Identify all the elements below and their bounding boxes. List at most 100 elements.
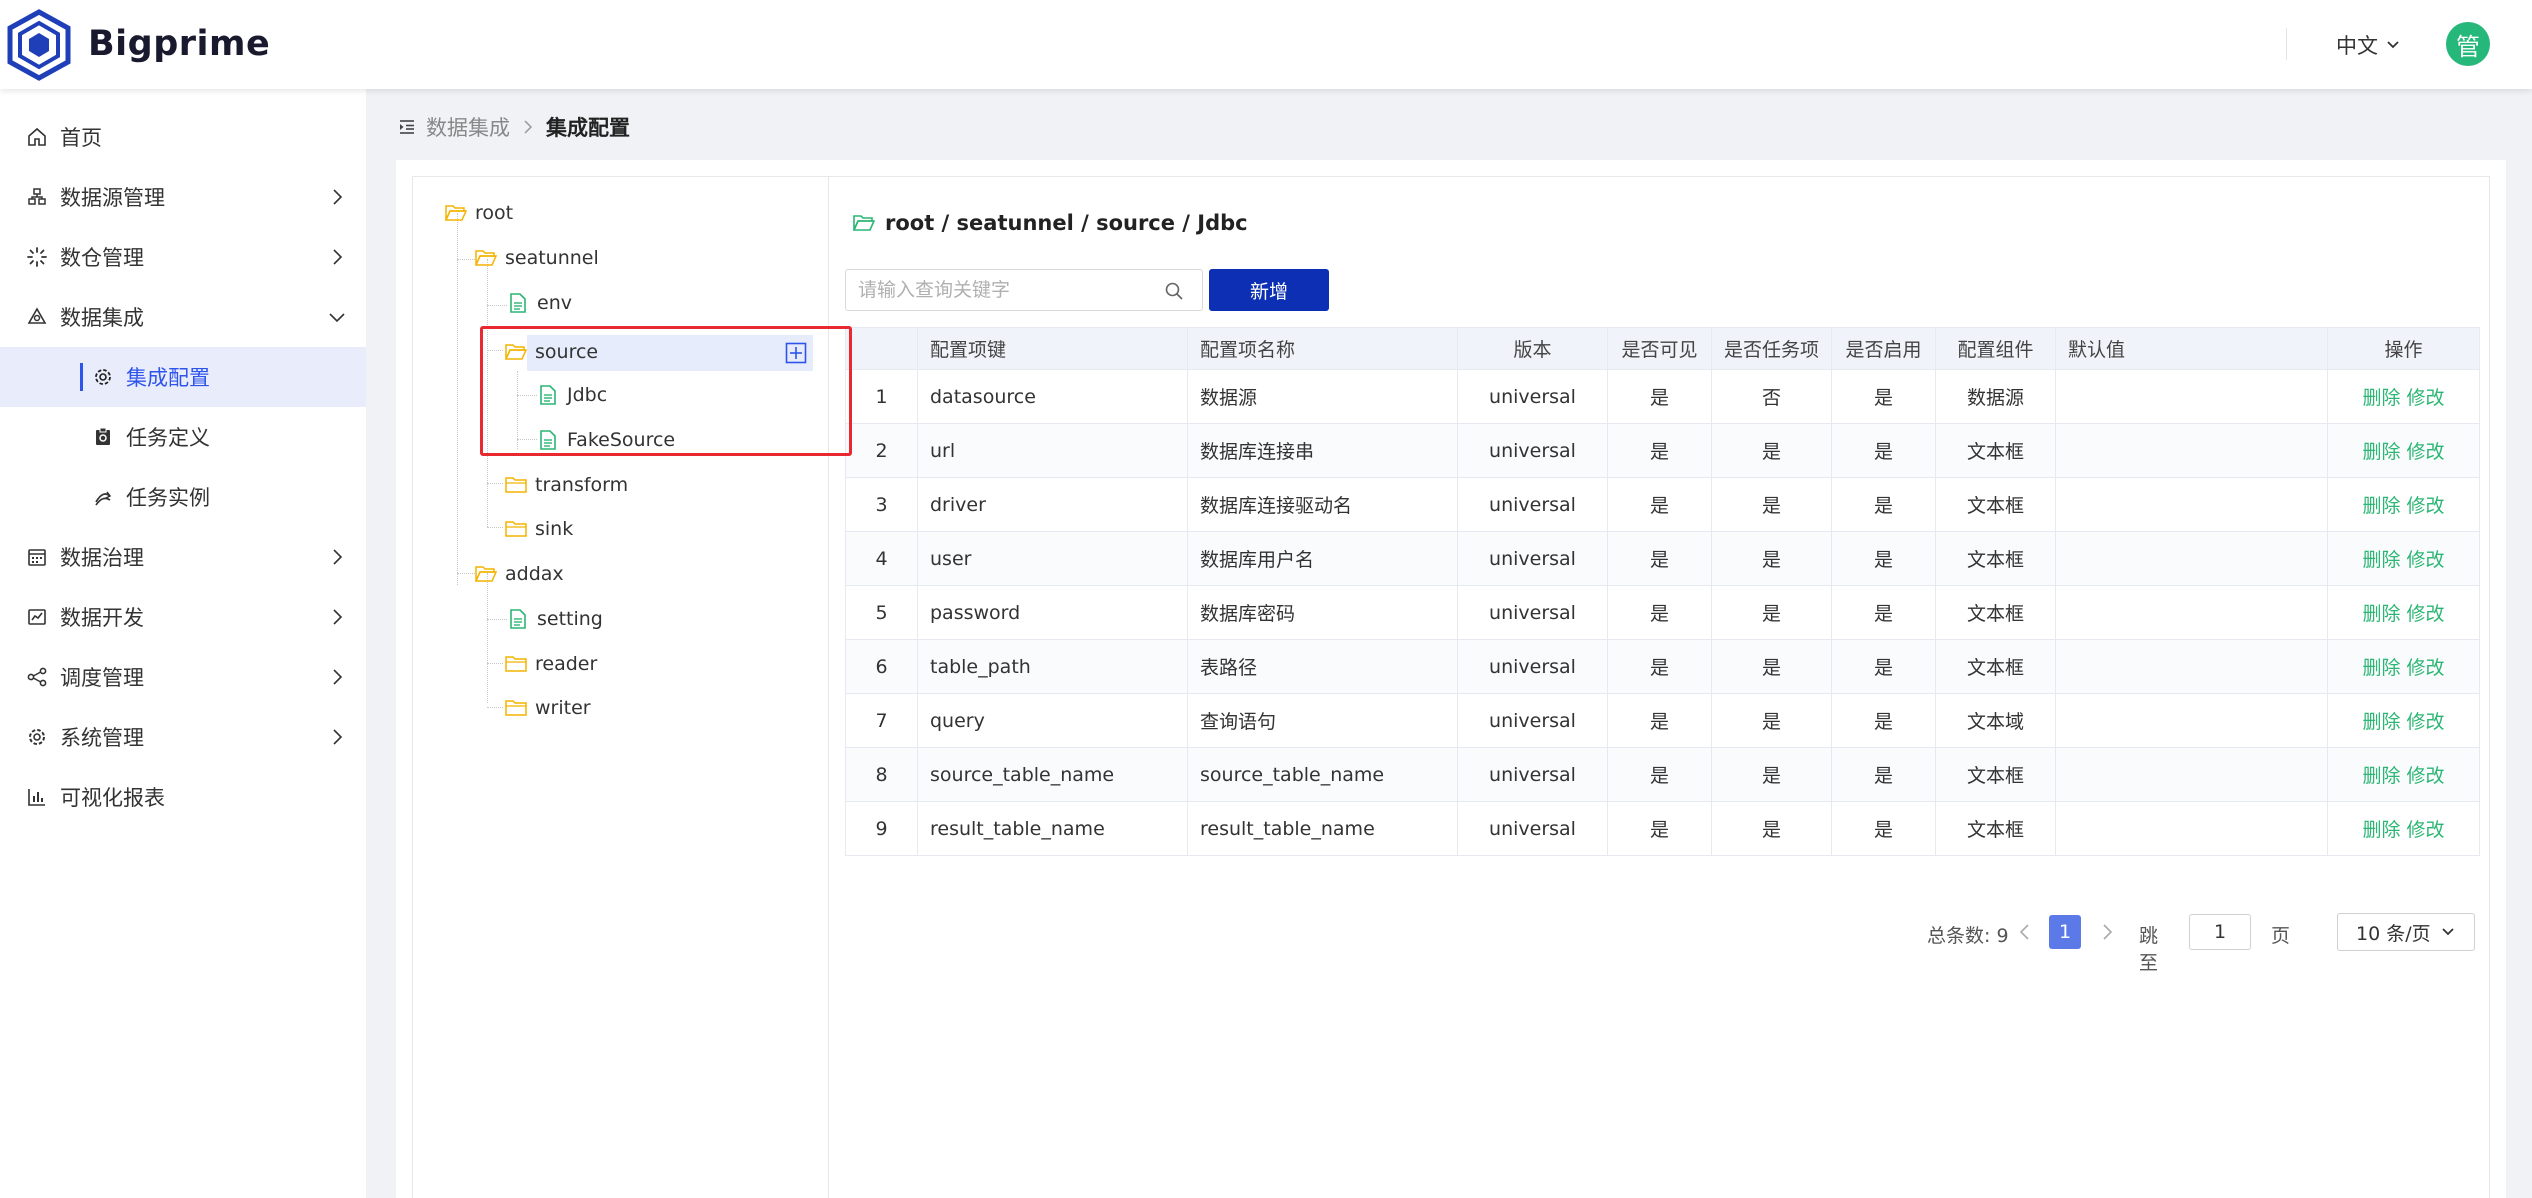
folder-icon bbox=[505, 521, 527, 537]
sidebar-item-label: 数据开发 bbox=[60, 606, 144, 630]
tree-node-transform[interactable]: transform bbox=[505, 467, 628, 503]
annotation-highlight-box bbox=[480, 326, 852, 456]
tree-node-label: sink bbox=[535, 518, 574, 540]
integration-icon bbox=[27, 307, 47, 324]
delete-link[interactable]: 删除 bbox=[2362, 495, 2400, 517]
chevron-right-icon bbox=[333, 609, 343, 625]
table-row: 2 url 数据库连接串 universal 是 是 是 文本框 删除 修改 bbox=[845, 423, 2480, 478]
cell-key: source_table_name bbox=[917, 747, 1188, 802]
table-row: 1 datasource 数据源 universal 是 否 是 数据源 删除修… bbox=[845, 369, 2480, 424]
edit-link[interactable]: 修改 bbox=[2407, 603, 2445, 625]
edit-link[interactable]: 修改 bbox=[2407, 711, 2445, 733]
sidebar-item-task-definition[interactable]: 任务定义 bbox=[0, 407, 366, 467]
cell-component: 文本框 bbox=[1935, 747, 2056, 802]
cell-visible: 是 bbox=[1607, 801, 1712, 856]
cell-index: 4 bbox=[845, 531, 918, 586]
folder-icon bbox=[505, 700, 527, 716]
sidebar-item-label: 数仓管理 bbox=[60, 246, 144, 270]
cell-task: 是 bbox=[1711, 585, 1832, 640]
search-icon[interactable] bbox=[1164, 281, 1184, 301]
edit-link[interactable]: 修改 bbox=[2407, 495, 2445, 517]
cell-visible: 是 bbox=[1607, 693, 1712, 748]
cell-visible: 是 bbox=[1607, 531, 1712, 586]
cell-actions: 删除 修改 bbox=[2327, 585, 2480, 640]
tree-node-addax[interactable]: addax bbox=[475, 556, 564, 592]
language-switcher[interactable]: 中文 bbox=[2336, 30, 2400, 60]
cell-visible: 是 bbox=[1607, 477, 1712, 532]
page-size-select[interactable]: 10 条/页 bbox=[2337, 913, 2475, 951]
cell-index: 9 bbox=[845, 801, 918, 856]
sidebar-item-development[interactable]: 数据开发 bbox=[0, 587, 366, 647]
page-number-button[interactable]: 1 bbox=[2049, 915, 2081, 949]
tree-node-label: reader bbox=[535, 653, 598, 675]
avatar[interactable]: 管 bbox=[2446, 22, 2490, 66]
tree-node-sink[interactable]: sink bbox=[505, 511, 573, 547]
tree-connector bbox=[457, 213, 458, 585]
cell-task: 否 bbox=[1711, 369, 1832, 424]
search-input[interactable] bbox=[846, 270, 1166, 310]
menu-fold-icon[interactable] bbox=[398, 118, 416, 136]
cell-version: universal bbox=[1457, 747, 1608, 802]
cell-index: 3 bbox=[845, 477, 918, 532]
tree-connector bbox=[487, 573, 488, 703]
edit-link[interactable]: 修改 bbox=[2407, 819, 2445, 841]
sidebar-item-governance[interactable]: 数据治理 bbox=[0, 527, 366, 587]
delete-link[interactable]: 删除 bbox=[2362, 441, 2400, 463]
cell-index: 6 bbox=[845, 639, 918, 694]
cell-key: driver bbox=[917, 477, 1188, 532]
delete-link[interactable]: 删除 bbox=[2362, 549, 2400, 571]
table-row: 7 query 查询语句 universal 是 是 是 文本域 删除 修改 bbox=[845, 693, 2480, 748]
sidebar-item-schedule[interactable]: 调度管理 bbox=[0, 647, 366, 707]
delete-link[interactable]: 删除 bbox=[2362, 819, 2400, 841]
cell-visible: 是 bbox=[1607, 585, 1712, 640]
sidebar-item-warehouse[interactable]: 数仓管理 bbox=[0, 227, 366, 287]
sidebar-item-datasource[interactable]: 数据源管理 bbox=[0, 167, 366, 227]
sidebar-item-task-instance[interactable]: 任务实例 bbox=[0, 467, 366, 527]
breadcrumb-parent[interactable]: 数据集成 bbox=[426, 112, 510, 142]
breadcrumb-current: 集成配置 bbox=[546, 116, 630, 140]
chevron-right-icon bbox=[333, 669, 343, 685]
tree-node-writer[interactable]: writer bbox=[505, 690, 591, 726]
chevron-right-icon[interactable] bbox=[2099, 923, 2115, 941]
brand-name: Bigprime bbox=[88, 24, 271, 64]
delete-link[interactable]: 删除 bbox=[2362, 711, 2400, 733]
tree-node-root[interactable]: root bbox=[445, 195, 513, 231]
sidebar-item-system[interactable]: 系统管理 bbox=[0, 707, 366, 767]
sidebar-item-home[interactable]: 首页 bbox=[0, 107, 366, 167]
tree-node-env[interactable]: env bbox=[507, 285, 572, 321]
tree-node-seatunnel[interactable]: seatunnel bbox=[475, 240, 599, 276]
folder-open-icon bbox=[853, 215, 875, 231]
task-instance-icon bbox=[95, 491, 112, 506]
development-icon bbox=[28, 609, 46, 625]
cell-visible: 是 bbox=[1607, 423, 1712, 478]
edit-link[interactable]: 修改 bbox=[2407, 387, 2445, 409]
tree-connector bbox=[487, 707, 503, 708]
cell-default bbox=[2055, 747, 2328, 802]
sidebar-item-integration[interactable]: 数据集成 bbox=[0, 287, 366, 347]
tree-node-reader[interactable]: reader bbox=[505, 646, 597, 682]
tree-node-setting[interactable]: setting bbox=[507, 601, 603, 637]
cell-index: 7 bbox=[845, 693, 918, 748]
sidebar-item-integration-config[interactable]: 集成配置 bbox=[0, 347, 366, 407]
cell-name: 数据库密码 bbox=[1187, 585, 1458, 640]
edit-link[interactable]: 修改 bbox=[2407, 441, 2445, 463]
edit-link[interactable]: 修改 bbox=[2407, 549, 2445, 571]
delete-link[interactable]: 删除 bbox=[2362, 603, 2400, 625]
cell-task: 是 bbox=[1711, 423, 1832, 478]
edit-link[interactable]: 修改 bbox=[2407, 657, 2445, 679]
delete-link[interactable]: 删除 bbox=[2362, 765, 2400, 787]
cell-default bbox=[2055, 585, 2328, 640]
cell-visible: 是 bbox=[1607, 369, 1712, 424]
config-table: 配置项键 配置项名称 版本 是否可见 是否任务项 是否启用 配置组件 默认值 操… bbox=[845, 327, 2480, 856]
sidebar-item-report[interactable]: 可视化报表 bbox=[0, 767, 366, 827]
pagination-page-label: 页 bbox=[2271, 925, 2291, 947]
cell-component: 数据源 bbox=[1935, 369, 2056, 424]
page-jump-input[interactable] bbox=[2189, 914, 2251, 950]
edit-link[interactable]: 修改 bbox=[2407, 765, 2445, 787]
delete-link[interactable]: 删除 bbox=[2362, 657, 2400, 679]
delete-link[interactable]: 删除 bbox=[2362, 387, 2400, 409]
add-config-button[interactable]: 新增 bbox=[1209, 269, 1329, 311]
cell-component: 文本框 bbox=[1935, 477, 2056, 532]
cell-default bbox=[2055, 423, 2328, 478]
chevron-left-icon[interactable] bbox=[2017, 923, 2033, 941]
